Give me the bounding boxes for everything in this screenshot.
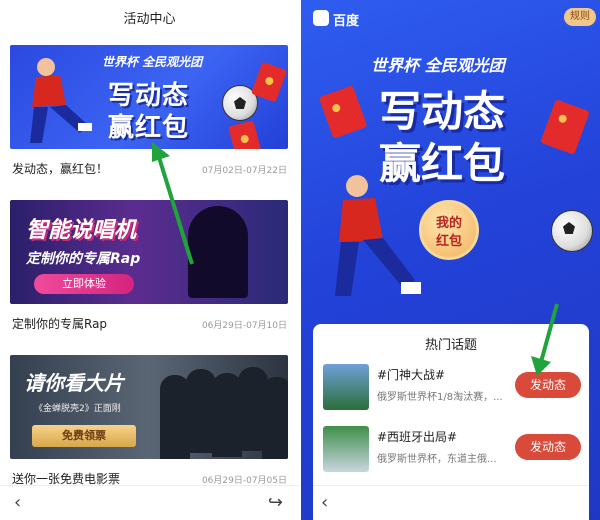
hot-topics-title: 热门话题	[424, 338, 477, 353]
baidu-paw-icon	[313, 10, 329, 26]
cast-silhouette	[262, 377, 288, 459]
bottom-nav-bar: ‹ ↪	[0, 485, 299, 520]
topic-item[interactable]: #门神大战# 俄罗斯世界杯1/8淘汰赛，... 发动态	[321, 360, 583, 416]
my-red-label-1: 我的	[435, 216, 462, 231]
post-button[interactable]: 发动态	[515, 372, 581, 398]
topic-thumbnail	[323, 426, 369, 472]
post-button[interactable]: 发动态	[515, 434, 581, 460]
soccer-player-icon	[335, 175, 421, 296]
try-now-button[interactable]: 立即体验	[34, 274, 134, 294]
topic-thumbnail	[323, 364, 369, 410]
banner-subtitle: 《金蝉脱壳2》正面刚	[34, 404, 121, 414]
item-date: 06月29日-07月10日	[201, 321, 287, 331]
topic-desc: 俄罗斯世界杯1/8淘汰赛，...	[377, 392, 503, 403]
back-arrow-icon[interactable]: ‹	[321, 492, 328, 513]
topic-name: #门神大战#	[377, 368, 446, 382]
item-date: 07月02日-07月22日	[201, 166, 287, 176]
soccer-ball-icon	[551, 210, 593, 252]
item-caption[interactable]: 发动态，赢红包！	[12, 160, 108, 177]
banner-write-post[interactable]: 世界杯 全民观光团 写动态 赢红包	[10, 45, 288, 149]
banner-subtitle: 世界杯 全民观光团	[102, 55, 203, 69]
topic-desc: 俄罗斯世界杯，东道主俄...	[377, 454, 497, 465]
red-envelope-icon	[228, 120, 262, 149]
bottom-nav-bar: ‹	[313, 485, 589, 520]
singer-silhouette-icon	[188, 206, 248, 298]
banner-title: 请你看大片	[24, 371, 124, 395]
banner-free-movie[interactable]: 请你看大片 《金蝉脱壳2》正面刚 免费领票	[10, 355, 288, 459]
topic-item[interactable]: #西班牙出局# 俄罗斯世界杯，东道主俄... 发动态	[321, 422, 583, 478]
share-icon[interactable]: ↪	[268, 492, 283, 513]
activity-center-panel: 活动中心 世界杯 全民观光团 写动态 赢红包 发动态，赢红包！ 07月02日-0…	[0, 0, 299, 520]
topic-name: #西班牙出局#	[377, 430, 458, 444]
banner-subtitle: 世界杯 全民观光团	[371, 56, 505, 75]
baidu-event-panel: 百度 规则 世界杯 全民观光团 写动态 赢红包 我的 红包 热门话题 #门神大战…	[301, 0, 600, 520]
free-ticket-button[interactable]: 免费领票	[32, 425, 136, 447]
baidu-logo: 百度	[333, 14, 360, 29]
page-title: 活动中心	[123, 12, 176, 27]
banner-rap-machine[interactable]: 智能说唱机 定制你的专属Rap 立即体验	[10, 200, 288, 304]
item-caption[interactable]: 定制你的专属Rap	[12, 315, 107, 332]
rules-button[interactable]: 规则	[564, 8, 596, 26]
my-red-label-2: 红包	[435, 234, 462, 249]
banner-subtitle: 定制你的专属Rap	[26, 251, 141, 267]
banner-headline-2: 赢红包	[108, 113, 190, 143]
back-arrow-icon[interactable]: ‹	[14, 492, 21, 513]
my-red-envelope-button[interactable]: 我的 红包	[419, 200, 479, 260]
banner-title: 智能说唱机	[26, 218, 137, 243]
soccer-player-icon	[30, 58, 92, 143]
